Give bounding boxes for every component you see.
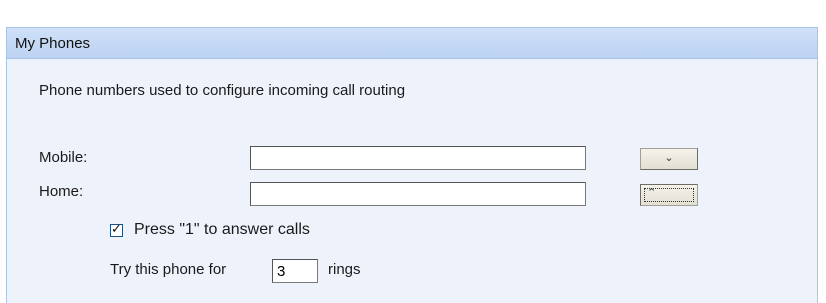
panel-header: My Phones — [7, 28, 817, 59]
chevron-down-icon: ⌄ — [664, 152, 674, 164]
press-one-checkbox[interactable]: ✓ — [110, 222, 123, 237]
mobile-dropdown-button[interactable]: ⌄ — [640, 148, 698, 170]
home-input[interactable] — [250, 182, 586, 206]
mobile-label: Mobile: — [39, 149, 88, 166]
panel-description: Phone numbers used to configure incoming… — [39, 82, 406, 99]
press-one-label[interactable]: Press "1" to answer calls — [134, 221, 310, 239]
my-phones-panel: My Phones Phone numbers used to configur… — [6, 27, 818, 303]
panel-title: My Phones — [15, 35, 91, 52]
chevron-up-icon: ⌃ — [647, 187, 657, 199]
rings-prefix-label: Try this phone for — [110, 261, 227, 278]
home-label: Home: — [39, 183, 84, 200]
mobile-input[interactable] — [250, 146, 586, 170]
home-dropdown-button[interactable]: ⌃ — [640, 184, 698, 206]
rings-suffix-label: rings — [328, 261, 361, 278]
rings-count-input[interactable] — [272, 259, 318, 283]
checkmark-icon: ✓ — [111, 222, 122, 237]
